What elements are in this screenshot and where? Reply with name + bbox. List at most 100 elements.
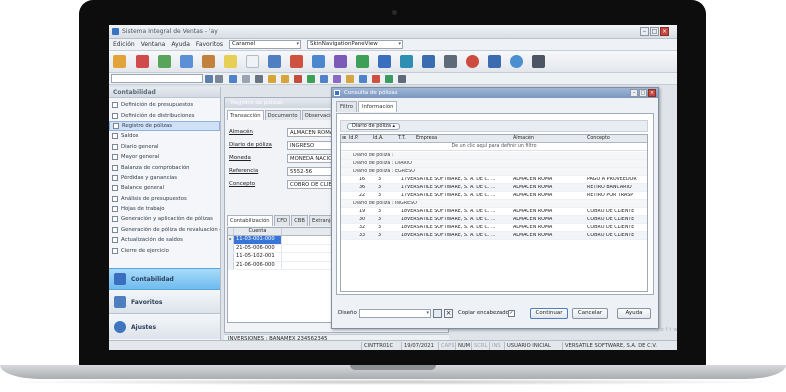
cuenta-cell[interactable]: 11-05-102-001 — [234, 253, 282, 261]
cuenta-cell[interactable]: 21-05-006-000 — [234, 244, 282, 252]
tab-informacion[interactable]: Información — [357, 101, 398, 112]
group-row[interactable]: +Diario de póliza : — [341, 152, 647, 160]
nav-button-favoritos[interactable]: Favoritos — [109, 291, 220, 314]
minimize-icon[interactable]: – — [640, 27, 649, 36]
sidebar-item[interactable]: Registro de pólizas — [109, 120, 220, 132]
sidebar-item[interactable]: Definición de presupuestos — [109, 100, 220, 110]
column-header-almacen[interactable]: Almacén — [513, 136, 534, 141]
column-header-cuenta[interactable]: Cuenta — [234, 228, 282, 235]
skin-combo[interactable]: Caramel ▾ — [229, 40, 302, 49]
column-header-empresa[interactable]: Empresa — [416, 136, 437, 141]
sidebar-item[interactable]: Análisis de presupuestos — [109, 194, 220, 204]
column-header-concepto[interactable]: Concepto — [587, 136, 610, 141]
menu-ayuda[interactable]: Ayuda — [171, 41, 190, 48]
table-row[interactable]: 16 3 17 VERSATILE SOFTWARE, S. A. DE C. ...… — [341, 176, 647, 184]
report-icon[interactable] — [290, 55, 303, 68]
nav-button-ajustes[interactable]: Ajustes — [109, 315, 220, 339]
column-header-idp[interactable]: Id.P. — [349, 136, 359, 141]
cancel-button[interactable]: Cancelar — [572, 308, 608, 319]
table-row[interactable]: 30 3 18 VERSATILE SOFTWARE, S. A. DE C. ...… — [341, 216, 647, 224]
minimize-icon[interactable]: – — [630, 89, 638, 97]
tab-cbb[interactable]: CBB — [291, 215, 308, 226]
group-by-chip[interactable]: Diario de póliza ▴ — [347, 123, 401, 130]
blank-icon[interactable] — [246, 55, 259, 68]
tab-filtro[interactable]: Filtro — [336, 101, 357, 112]
table-row[interactable]: 33 3 18 VERSATILE SOFTWARE, S. A. DE C. ...… — [341, 232, 647, 240]
sidebar-item[interactable]: Balanza de comprobación — [109, 162, 220, 172]
scale-icon[interactable] — [422, 55, 435, 68]
cuenta-cell[interactable]: 11-03-001-000 — [234, 236, 282, 244]
sidebar-item[interactable]: Generación y aplicación de pólizas — [109, 214, 220, 224]
table-row[interactable]: 22 3 17 VERSATILE SOFTWARE, S. A. DE C. ...… — [341, 192, 647, 200]
delete-icon[interactable] — [294, 75, 302, 83]
design-combo[interactable]: ▾ — [359, 309, 431, 318]
copy-icon[interactable] — [268, 75, 276, 83]
sidebar-item[interactable]: Definición de distribuciones — [109, 110, 220, 120]
sidebar-item[interactable]: Balance general — [109, 183, 220, 193]
table-row[interactable]: 32 3 18 VERSATILE SOFTWARE, S. A. DE C. ...… — [341, 224, 647, 232]
group-row[interactable]: −Diario de póliza : EGRESO — [341, 168, 647, 176]
inventory-icon[interactable] — [202, 55, 215, 68]
sidebar-item[interactable]: Pérdidas y ganancias — [109, 173, 220, 183]
sales-icon[interactable] — [180, 55, 193, 68]
customers-icon[interactable] — [158, 55, 171, 68]
tab-transaccion[interactable]: Transacción — [227, 110, 264, 120]
people-icon[interactable] — [334, 55, 347, 68]
users-icon[interactable] — [312, 55, 325, 68]
help-button[interactable]: Ayuda — [617, 308, 651, 319]
menu-ventana[interactable]: Ventana — [141, 41, 166, 48]
search-icon[interactable] — [205, 75, 213, 83]
back-icon[interactable] — [229, 75, 237, 83]
sidebar-item[interactable]: Hojas de trabajo — [109, 204, 220, 214]
clock-icon[interactable] — [466, 55, 479, 68]
shopping-cart-icon[interactable] — [136, 55, 149, 68]
menu-favoritos[interactable]: Favoritos — [196, 41, 223, 48]
nav-button-contabilidad[interactable]: Contabilidad — [109, 268, 220, 290]
save-icon[interactable] — [307, 75, 315, 83]
folder-icon[interactable] — [224, 55, 237, 68]
continue-button[interactable]: Continuar — [530, 308, 568, 319]
sidebar-item[interactable]: Diario general — [109, 142, 220, 152]
quick-search-input[interactable] — [111, 74, 203, 83]
refresh-icon[interactable] — [510, 55, 523, 68]
cut-icon[interactable] — [255, 75, 263, 83]
sidebar-item[interactable]: Cierre de ejercicio — [109, 245, 220, 255]
cash-icon[interactable] — [356, 55, 369, 68]
tab-documento[interactable]: Documento — [264, 110, 301, 120]
bank-icon[interactable] — [378, 55, 391, 68]
close-icon[interactable]: × — [660, 27, 669, 36]
sidebar-item[interactable]: Generación de póliza de revaluación ca..… — [109, 225, 220, 235]
tools-icon[interactable] — [488, 55, 501, 68]
lock-icon[interactable] — [398, 75, 406, 83]
maximize-icon[interactable]: □ — [650, 27, 659, 36]
tab-cfd[interactable]: CFD — [273, 215, 291, 226]
view-combo[interactable]: SkinNavigationPaneView ▾ — [307, 40, 404, 49]
table-row[interactable]: 19 3 18 VERSATILE SOFTWARE, S. A. DE C. ...… — [341, 208, 647, 216]
save-design-icon[interactable] — [433, 309, 442, 318]
check-icon[interactable] — [385, 75, 393, 83]
menu-edicion[interactable]: Edición — [113, 41, 135, 48]
phone-icon[interactable] — [532, 55, 545, 68]
sidebar-item[interactable]: Actualización de saldos — [109, 235, 220, 245]
tab-contabilizacion[interactable]: Contabilización — [227, 215, 273, 226]
column-header-tt[interactable]: T.T. — [398, 136, 406, 141]
filter-icon[interactable] — [215, 75, 223, 83]
sidebar-item[interactable]: Mayor general — [109, 152, 220, 162]
clear-design-icon[interactable]: × — [444, 309, 453, 318]
close-icon[interactable]: × — [648, 89, 656, 97]
filter-row[interactable]: De un clic aquí para definir un filtro — [341, 143, 647, 151]
group-row[interactable]: +Diario de póliza : DIARIO — [341, 160, 647, 168]
star-icon[interactable] — [359, 75, 367, 83]
edit-icon[interactable] — [320, 75, 328, 83]
cuenta-cell[interactable]: 21-06-006-000 — [234, 261, 282, 269]
copy-headers-checkbox[interactable]: ✓ — [508, 310, 515, 317]
key-icon[interactable] — [346, 75, 354, 83]
sidebar-item[interactable]: Saldos — [109, 131, 220, 141]
paste-icon[interactable] — [281, 75, 289, 83]
column-header-ida[interactable]: Id.A. — [373, 136, 384, 141]
print-icon[interactable] — [242, 75, 250, 83]
table-row[interactable]: 36 3 17 VERSATILE SOFTWARE, S. A. DE C. ...… — [341, 184, 647, 192]
new-document-icon[interactable] — [113, 55, 126, 68]
maximize-icon[interactable]: □ — [639, 89, 647, 97]
calendar-icon[interactable] — [333, 75, 341, 83]
